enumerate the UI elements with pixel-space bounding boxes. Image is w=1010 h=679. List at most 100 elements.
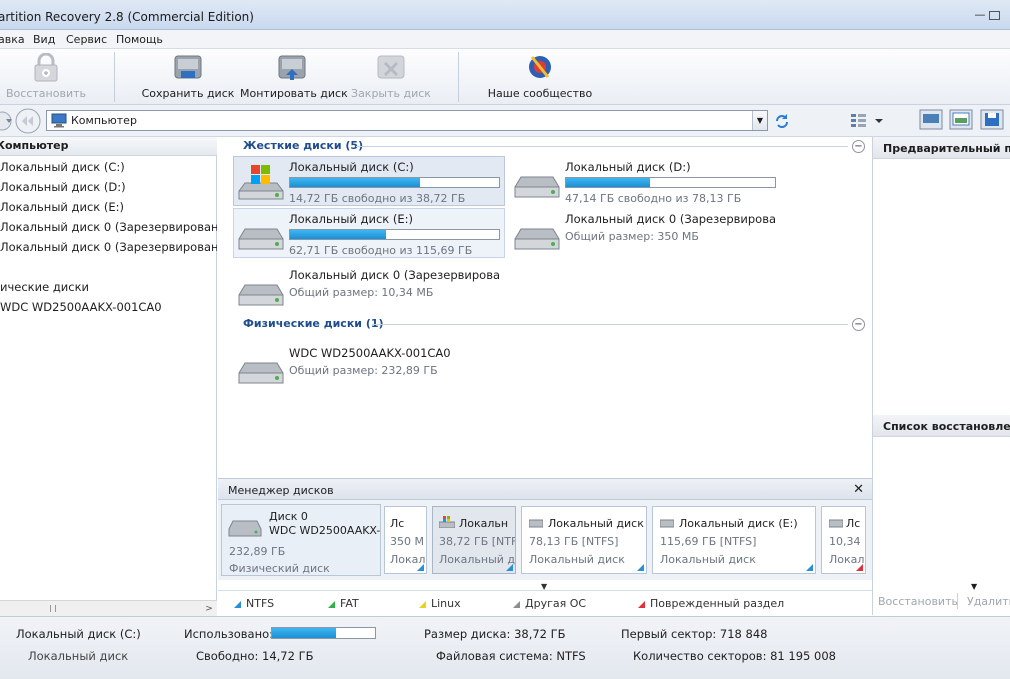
address-dropdown-icon[interactable]: ▼ — [752, 111, 767, 130]
preview-header: Предварительный прос — [873, 137, 1010, 159]
refresh-icon[interactable] — [773, 112, 791, 130]
legend-other-os: Другая ОС — [513, 597, 586, 610]
group-divider — [356, 146, 848, 147]
menu-help[interactable]: Помощь — [116, 33, 163, 46]
partition-size: 78,13 ГБ [NTFS] — [529, 535, 619, 548]
computer-icon — [51, 113, 67, 128]
preview-panel-icon[interactable] — [949, 109, 973, 130]
disk-name: Локальный диск (C:) — [289, 160, 414, 174]
disk-info: 62,71 ГБ свободно из 115,69 ГБ — [289, 244, 473, 257]
restore-list-delete-button[interactable]: Удалить — [967, 595, 1010, 608]
disk-card-d[interactable]: Локальный диск (D:) 47,14 ГБ свободно из… — [509, 156, 781, 206]
disk-card-reserved-10[interactable]: Локальный диск 0 (Зарезервирован... Общи… — [233, 264, 505, 314]
button-divider — [957, 593, 958, 609]
tree-item-reserved-1[interactable]: Локальный диск 0 (Зарезервировано си — [0, 220, 217, 234]
view-options-icon[interactable] — [850, 112, 884, 129]
disk-info: Общий размер: 10,34 МБ — [289, 286, 434, 299]
tree-physical-header[interactable]: ические диски — [0, 280, 89, 294]
minimize-button[interactable]: — — [973, 9, 987, 21]
disk-usage-bar — [565, 177, 776, 188]
menu-view[interactable]: Вид — [33, 33, 55, 46]
disk-card-e[interactable]: Локальный диск (E:) 62,71 ГБ свободно из… — [233, 208, 505, 258]
mount-disk-button[interactable]: Монтировать диск — [240, 49, 348, 104]
disk-name: WDC WD2500AAKX-001CA0 — [289, 346, 451, 360]
partition-name: Лс — [390, 517, 405, 530]
scroll-right-icon[interactable]: > — [203, 603, 215, 615]
restore-list-header: Список восстановлени — [873, 415, 1010, 437]
collapse-physical-disks-icon[interactable]: − — [852, 318, 865, 331]
save-panel-icon[interactable] — [980, 109, 1004, 130]
disk-name: Локальный диск 0 (Зарезервирован... — [289, 268, 501, 282]
partition-name: Локальный диск (E:) — [679, 517, 798, 530]
restore-list-title: Список восстановлени — [883, 420, 1010, 433]
windows-drive-icon — [439, 516, 455, 528]
close-icon[interactable]: ✕ — [853, 482, 864, 497]
hard-disks-header: Жесткие диски (5) — [243, 139, 364, 152]
disk-card-reserved-350[interactable]: Локальный диск 0 (Зарезервирован... Общи… — [509, 208, 781, 258]
expand-chevron-icon[interactable]: ▼ — [971, 582, 977, 591]
restore-list-restore-button[interactable]: Восстановить — [878, 595, 958, 608]
save-disk-button[interactable]: Сохранить диск — [140, 49, 236, 104]
group-divider — [372, 324, 848, 325]
community-label: Наше сообщество — [487, 87, 593, 100]
address-field[interactable]: Компьютер ▼ — [46, 110, 768, 131]
collapse-hard-disks-icon[interactable]: − — [852, 140, 865, 153]
maximize-button[interactable] — [989, 11, 1000, 20]
legend-marker — [638, 600, 645, 608]
menu-edit[interactable]: авка — [0, 33, 25, 46]
tree-item-d[interactable]: Локальный диск (D:) — [0, 180, 126, 194]
hard-drive-icon — [238, 362, 284, 384]
tree-item-reserved-2[interactable]: Локальный диск 0 (Зарезервировано си — [0, 240, 217, 254]
preview-title: Предварительный прос — [883, 142, 1010, 155]
hard-drive-icon — [660, 519, 674, 528]
tree-item-e[interactable]: Локальный диск (E:) — [0, 200, 124, 214]
layout-panel-icon[interactable] — [919, 109, 943, 130]
scroll-grip[interactable] — [50, 605, 56, 612]
tree-item-wdc[interactable]: WDC WD2500AAKX-001CA0 — [0, 300, 162, 314]
status-sector-count: Количество секторов: 81 195 008 — [633, 649, 836, 663]
status-usage-fill — [272, 628, 336, 638]
close-disk-label: Закрыть диск — [351, 87, 431, 100]
dm-physical-disk[interactable]: Диск 0 WDC WD2500AAKX-0 232,89 ГБ Физиче… — [221, 504, 381, 576]
legend-label: Другая ОС — [525, 597, 587, 610]
horizontal-scrollbar[interactable]: > — [0, 600, 217, 616]
dm-partition[interactable]: Локальный диск ( 78,13 ГБ [NTFS] Локальн… — [521, 506, 647, 574]
community-button[interactable]: Наше сообщество — [484, 49, 596, 104]
legend-marker — [513, 600, 520, 608]
disk-info: 14,72 ГБ свободно из 38,72 ГБ — [289, 192, 466, 205]
dm-partition-selected[interactable]: Локальн 38,72 ГБ [NTF Локальный ди — [432, 506, 516, 574]
mount-disk-icon — [278, 55, 306, 80]
dm-partition[interactable]: Лс 10,34 Локаль — [821, 506, 866, 574]
mount-disk-label: Монтировать диск — [240, 87, 348, 100]
close-disk-button[interactable]: Закрыть диск — [348, 49, 434, 104]
hard-drive-icon — [529, 519, 543, 528]
disk-name: Локальный диск (E:) — [289, 212, 413, 226]
dm-disk-type: Физический диск — [229, 562, 330, 575]
damaged-marker — [856, 564, 863, 571]
dm-partition[interactable]: Лс 350 М Локал — [384, 506, 427, 574]
partition-name: Локальный диск ( — [548, 517, 647, 530]
menu-bar: авка Вид Сервис Помощь — [0, 30, 1010, 49]
navigation-arrows-icon[interactable] — [0, 108, 44, 134]
legend-label: Поврежденный раздел — [650, 597, 785, 610]
dm-disk-size: 232,89 ГБ — [229, 545, 286, 558]
right-pane — [872, 137, 1010, 615]
dm-disk-line1: Диск 0 — [269, 510, 308, 523]
legend-label: NTFS — [246, 597, 275, 610]
menu-service[interactable]: Сервис — [66, 33, 107, 46]
physical-disk-card[interactable]: WDC WD2500AAKX-001CA0 Общий размер: 232,… — [233, 342, 505, 392]
tree-header: Компьютер — [0, 137, 217, 156]
dm-partition[interactable]: Локальный диск (E:) 115,69 ГБ [NTFS] Лок… — [652, 506, 816, 574]
partition-type: Локальный диск — [529, 553, 625, 566]
restore-button[interactable]: Восстановить — [0, 49, 92, 104]
disk-usage-bar — [289, 177, 500, 188]
community-icon — [529, 56, 551, 78]
partition-name: Локальн — [459, 517, 509, 530]
disk-card-c[interactable]: Локальный диск (C:) 14,72 ГБ свободно из… — [233, 156, 505, 206]
hard-drive-icon — [238, 284, 284, 306]
legend-marker — [234, 600, 241, 608]
hard-drive-icon — [514, 228, 560, 250]
legend-linux: Linux — [419, 597, 461, 610]
tree-item-c[interactable]: Локальный диск (C:) — [0, 160, 125, 174]
disk-info: 47,14 ГБ свободно из 78,13 ГБ — [565, 192, 742, 205]
